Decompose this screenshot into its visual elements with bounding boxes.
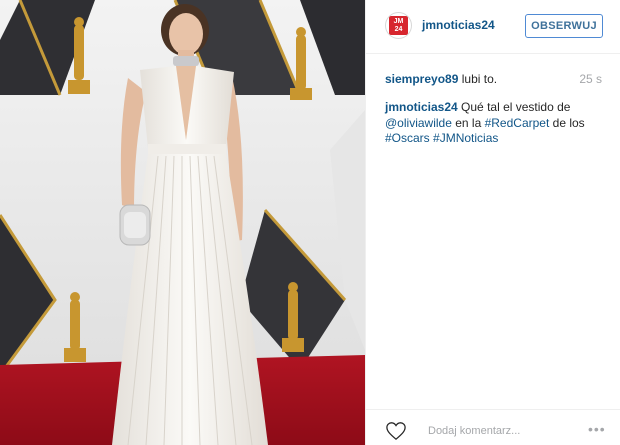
comment-input[interactable]: Dodaj komentarz...: [428, 425, 520, 437]
follow-button[interactable]: OBSERWUJ: [525, 14, 603, 38]
hashtag-link[interactable]: #Oscars: [385, 131, 430, 145]
hashtag-link[interactable]: #JMNoticias: [433, 131, 498, 145]
avatar[interactable]: JM 24: [385, 12, 412, 39]
liker-link[interactable]: siempreyo89: [385, 72, 458, 86]
caption-text: de los: [552, 115, 585, 130]
heart-outline-icon[interactable]: [385, 421, 407, 441]
caption-author-link[interactable]: jmnoticias24: [385, 100, 458, 114]
post-photo[interactable]: [0, 0, 365, 445]
post-footer: Dodaj komentarz... •••: [366, 409, 620, 445]
username-link[interactable]: jmnoticias24: [422, 18, 495, 32]
likes-line: siempreyo89 lubi to.: [385, 72, 497, 86]
post-details-panel: JM 24 jmnoticias24 OBSERWUJ siempreyo89 …: [365, 0, 620, 445]
likes-suffix: lubi to.: [461, 72, 498, 86]
timestamp[interactable]: 25 s: [579, 72, 602, 86]
ellipsis-icon[interactable]: •••: [588, 422, 606, 436]
post-header: JM 24 jmnoticias24 OBSERWUJ: [366, 0, 620, 54]
red-carpet-photo: [0, 0, 365, 445]
logo-text-top: JM: [393, 18, 404, 25]
logo-text-bottom: 24: [394, 26, 403, 33]
caption-text: Qué tal el vestido de: [461, 100, 571, 114]
mention-link[interactable]: @oliviawilde: [385, 116, 452, 130]
caption: jmnoticias24 Qué tal el vestido de @oliv…: [385, 100, 607, 147]
hashtag-link[interactable]: #RedCarpet: [485, 116, 550, 130]
caption-text: en la: [455, 115, 482, 130]
jm-logo: JM 24: [389, 16, 408, 35]
